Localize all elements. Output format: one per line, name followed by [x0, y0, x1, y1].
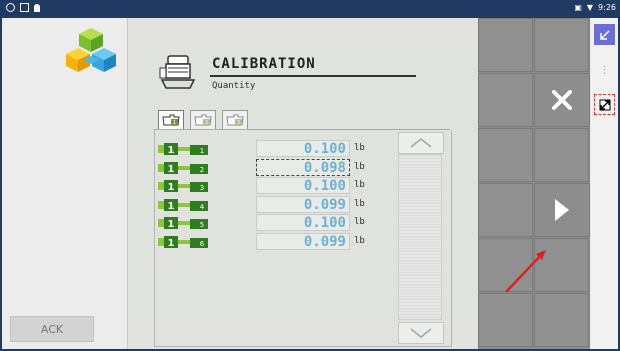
chevron-down-icon [410, 328, 432, 338]
unit-label: lb [354, 161, 365, 172]
bin-section-icon: 12 [158, 161, 208, 175]
bin-number: 1 [168, 164, 175, 175]
bin-section-icon: 14 [158, 198, 208, 212]
softkey-1-2[interactable] [534, 18, 589, 72]
bin-section-icon: 16 [158, 235, 208, 249]
location-icon [6, 3, 15, 12]
calibration-row: 1 2 0.098 lb [158, 158, 394, 177]
close-button[interactable] [534, 73, 590, 127]
quantity-value-field[interactable]: 0.100 [256, 140, 350, 157]
nfc-icon: ▣ [574, 3, 582, 12]
calibration-row: 1 4 0.099 lb [158, 195, 394, 214]
quantity-value-field[interactable]: 0.100 [256, 177, 350, 194]
scroll-down-button[interactable] [398, 322, 444, 344]
wifi-icon: ▼ [586, 3, 594, 12]
unit-label: lb [354, 198, 365, 209]
status-time: 9:26 [598, 3, 616, 12]
softkey-3-1[interactable] [478, 128, 533, 182]
resize-button[interactable] [594, 94, 615, 115]
calibration-icon [159, 55, 196, 89]
softkey-6-2[interactable] [534, 293, 589, 347]
play-icon [555, 199, 569, 221]
bin-1-icon: 1 [162, 114, 180, 126]
bin-number: 1 [168, 219, 175, 230]
bin-tabs: 1 2 3 [158, 110, 248, 130]
page-title: CALIBRATION [212, 56, 316, 72]
scroll-up-button[interactable] [398, 132, 444, 154]
tab-bin-1[interactable]: 1 [158, 110, 184, 130]
quantity-value-field[interactable]: 0.099 [256, 232, 350, 250]
minimize-button[interactable] [594, 24, 615, 45]
unit-label: lb [354, 143, 365, 153]
person-icon [34, 3, 40, 12]
resize-icon [599, 99, 610, 110]
section-number: 6 [200, 240, 205, 248]
tab-bin-1-label: 1 [173, 120, 176, 126]
bin-number: 1 [168, 182, 175, 193]
quantity-value-field[interactable]: 0.098 [256, 158, 350, 176]
more-icon: ⋮ [599, 65, 610, 76]
calibration-row: 1 1 0.100 lb [158, 140, 394, 158]
section-number: 4 [200, 203, 205, 211]
calibration-row: 1 5 0.100 lb [158, 214, 394, 232]
annotation-arrow [505, 250, 546, 293]
chevron-up-icon [410, 138, 432, 148]
scroll-track[interactable] [398, 154, 442, 320]
left-panel: ACK [2, 18, 128, 349]
bin-section-icon: 11 [158, 143, 208, 156]
bin-section-icon: 13 [158, 180, 208, 193]
minimize-icon [599, 29, 610, 40]
tab-bin-2[interactable]: 2 [190, 110, 216, 130]
softkey-grid [478, 18, 590, 349]
tab-bin-3-label: 3 [237, 120, 240, 126]
section-number: 5 [200, 221, 204, 229]
ack-button[interactable]: ACK [10, 316, 94, 342]
section-number: 3 [200, 184, 204, 192]
softkey-6-1[interactable] [478, 293, 533, 347]
softkey-3-2[interactable] [534, 128, 589, 182]
quantity-value-field[interactable]: 0.100 [256, 214, 350, 231]
bin-section-icon: 15 [158, 217, 208, 230]
app-logo [66, 28, 116, 72]
bin-number: 1 [168, 238, 175, 249]
bin-number: 1 [168, 201, 175, 212]
bin-2-icon: 2 [194, 114, 212, 126]
more-button[interactable]: ⋮ [594, 60, 615, 81]
side-toolbar: ⋮ [591, 18, 618, 349]
calibration-row: 1 6 0.099 lb [158, 232, 394, 251]
softkey-2-1[interactable] [478, 73, 533, 127]
tab-bin-3[interactable]: 3 [222, 110, 248, 130]
status-bar: ▣ ▼ 9:26 [0, 0, 620, 18]
page-subtitle: Quantity [212, 81, 256, 91]
softkey-4-1[interactable] [478, 183, 533, 237]
next-button[interactable] [534, 183, 590, 237]
gallery-icon [20, 3, 29, 12]
unit-label: lb [354, 180, 365, 190]
bin-number: 1 [168, 145, 175, 156]
calibration-panel: CALIBRATION Quantity 1 2 3 1 1 0.100 lb … [128, 18, 478, 349]
scrollbar[interactable] [398, 132, 444, 344]
unit-label: lb [354, 235, 365, 246]
softkey-1-1[interactable] [478, 18, 533, 72]
close-icon [552, 90, 572, 110]
quantity-value-field[interactable]: 0.099 [256, 195, 350, 213]
section-number: 1 [200, 147, 204, 155]
bin-3-icon: 3 [226, 114, 244, 126]
unit-label: lb [354, 217, 365, 227]
app-screen: ACK CALIBRATION Quantity 1 2 3 1 1 0.100… [2, 18, 618, 349]
title-divider [210, 75, 416, 77]
section-number: 2 [200, 166, 204, 174]
tab-bin-2-label: 2 [205, 120, 208, 126]
calibration-row: 1 3 0.100 lb [158, 177, 394, 195]
